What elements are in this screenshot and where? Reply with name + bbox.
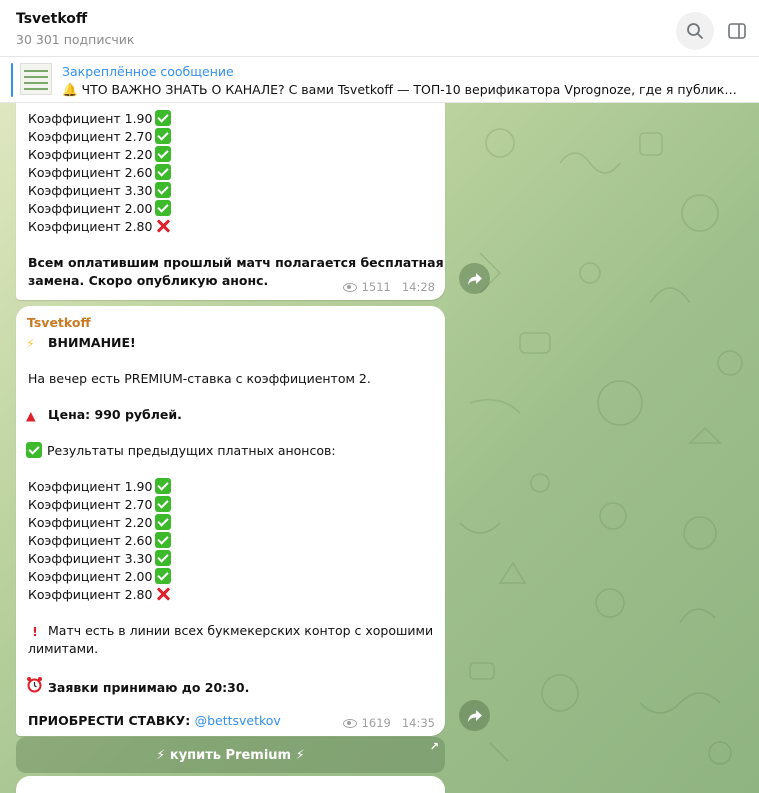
cross-icon (155, 218, 171, 234)
side-panel-icon (728, 23, 746, 39)
eye-icon (342, 718, 357, 728)
check-icon (155, 146, 172, 162)
result-line: Коэффициент 2.70 (28, 128, 172, 146)
check-icon (155, 514, 172, 530)
search-button[interactable] (676, 12, 714, 50)
share-icon (467, 709, 482, 722)
pinned-title: Закреплённое сообщение (62, 64, 234, 79)
price-line: ▲ Цена: 990 рублей. (26, 407, 182, 423)
message-text: На вечер есть PREMIUM-ставка с коэффицие… (28, 371, 371, 386)
result-line: Коэффициент 2.00 (28, 200, 172, 218)
alarm-clock-icon (26, 676, 44, 698)
message-note: Всем оплатившим прошлый матч полагается … (28, 255, 444, 270)
external-link-icon: ↗ (429, 740, 439, 753)
result-line: Коэффициент 2.00 (28, 568, 172, 586)
message-author[interactable]: Tsvetkoff (27, 315, 91, 330)
check-icon (155, 164, 172, 180)
pinned-message-bar[interactable]: Закреплённое сообщение 🔔 ЧТО ВАЖНО ЗНАТЬ… (0, 57, 759, 103)
subscriber-count: 30 301 подписчик (16, 32, 135, 47)
search-icon (687, 23, 703, 39)
check-icon (155, 478, 172, 494)
result-line: Коэффициент 3.30 (28, 182, 172, 200)
result-line: Коэффициент 2.60 (28, 532, 172, 550)
share-button[interactable] (459, 263, 490, 294)
check-icon (155, 110, 172, 126)
result-line: Коэффициент 2.60 (28, 164, 172, 182)
pinned-preview: 🔔 ЧТО ВАЖНО ЗНАТЬ О КАНАЛЕ? С вами Tsvet… (62, 82, 742, 97)
view-count: 1619 (361, 716, 391, 730)
result-line: Коэффициент 2.20 (28, 514, 172, 532)
pinned-thumbnail (20, 63, 52, 95)
message-bubble-3[interactable] (16, 776, 445, 793)
chat-header: Tsvetkoff 30 301 подписчик (0, 0, 759, 57)
check-icon (26, 442, 42, 458)
buy-line: ПРИОБРЕСТИ СТАВКУ: @bettsvetkov (28, 713, 281, 728)
check-icon (155, 128, 172, 144)
message-meta: 1619 14:35 (342, 716, 435, 730)
check-icon (155, 568, 172, 584)
result-line: Коэффициент 2.20 (28, 146, 172, 164)
check-icon (155, 532, 172, 548)
view-count: 1511 (361, 280, 391, 294)
prev-results-line: Результаты предыдущих платных анонсов: (26, 442, 336, 460)
message-bubble-2[interactable]: Tsvetkoff ⚡ ВНИМАНИЕ! На вечер есть PREMI… (16, 306, 445, 736)
pinned-indicator (11, 63, 13, 97)
eye-icon (342, 282, 357, 292)
deadline-line: Заявки принимаю до 20:30. (26, 676, 249, 695)
check-icon (155, 550, 172, 566)
match-line: лимитами. (28, 641, 99, 656)
exclamation-icon: ! (32, 624, 38, 639)
lightning-icon: ⚡ (26, 336, 35, 351)
channel-title[interactable]: Tsvetkoff (16, 11, 87, 27)
result-line: Коэффициент 2.80 (28, 218, 171, 236)
check-icon (155, 200, 172, 216)
side-panel-button[interactable] (718, 12, 756, 50)
match-line: ! Матч есть в линии всех букмекерских кон… (26, 622, 433, 640)
share-button[interactable] (459, 700, 490, 731)
message-meta: 1511 14:28 (342, 280, 435, 294)
check-icon (155, 182, 172, 198)
message-time: 14:35 (401, 716, 435, 730)
result-line: Коэффициент 2.70 (28, 496, 172, 514)
message-note: замена. Скоро опубликую анонс. (28, 273, 269, 288)
result-line: Коэффициент 3.30 (28, 550, 172, 568)
result-line: Коэффициент 2.80 (28, 586, 171, 604)
result-line: Коэффициент 1.90 (28, 478, 172, 496)
result-line: Коэффициент 1.90 (28, 110, 172, 128)
message-time: 14:28 (401, 280, 435, 294)
attention-line: ⚡ ВНИМАНИЕ! (26, 335, 136, 351)
red-triangle-icon: ▲ (26, 408, 36, 423)
bettsvetkov-link[interactable]: @bettsvetkov (195, 713, 281, 728)
chat-area[interactable]: Коэффициент 1.90 Коэффициент 2.70 Коэффи… (0, 103, 759, 793)
share-icon (467, 272, 482, 285)
message-bubble-1[interactable]: Коэффициент 1.90 Коэффициент 2.70 Коэффи… (16, 103, 445, 300)
cross-icon (155, 586, 171, 602)
buy-premium-button[interactable]: ⚡ купить Premium ⚡ ↗ (16, 737, 445, 773)
check-icon (155, 496, 172, 512)
